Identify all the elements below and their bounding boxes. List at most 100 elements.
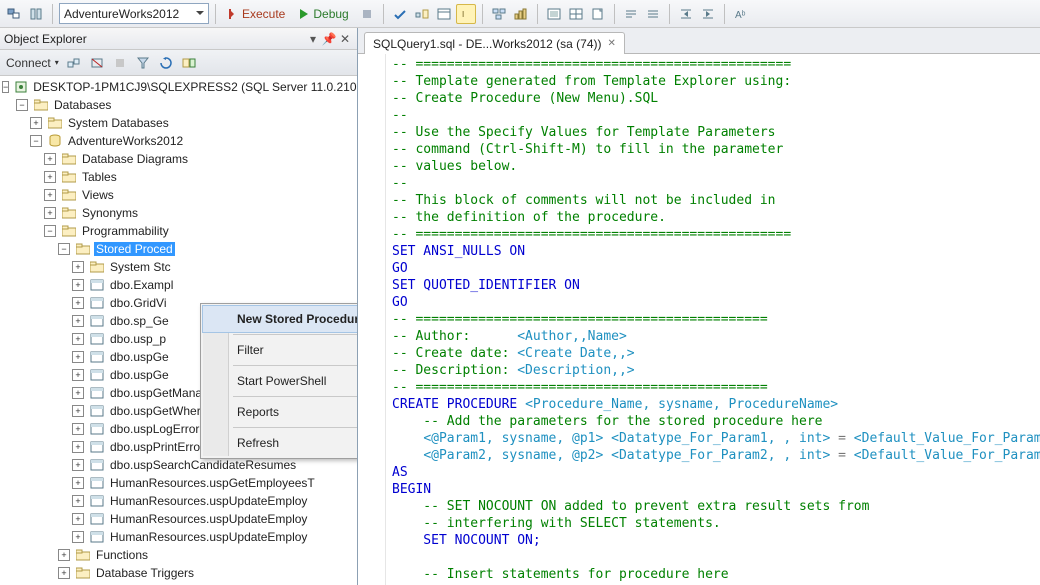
stored-procedure-item[interactable]: + HumanResources.uspGetEmployeesT	[2, 474, 357, 492]
dropdown-icon[interactable]: ▾	[305, 32, 321, 46]
editor-tab[interactable]: SQLQuery1.sql - DE...Works2012 (sa (74))…	[364, 32, 625, 54]
sysdb-node[interactable]: +System Databases	[2, 114, 357, 132]
refresh-icon[interactable]	[156, 53, 176, 73]
ctx-reports[interactable]: Reports▶	[203, 399, 357, 425]
db-node[interactable]: −AdventureWorks2012	[2, 132, 357, 150]
stop-icon[interactable]	[357, 4, 377, 24]
server-icon	[14, 80, 28, 94]
stored-procedure-item[interactable]: +HumanResources.uspUpdateEmploy	[2, 492, 357, 510]
expand-icon[interactable]: +	[72, 261, 84, 273]
stored-procedures-node[interactable]: −Stored Proced	[2, 240, 357, 258]
programmability-node[interactable]: −Programmability	[2, 222, 357, 240]
stored-procedure-icon	[89, 350, 105, 364]
sp-label: HumanResources.uspGetEmployeesT	[108, 476, 317, 490]
collapse-icon[interactable]: −	[30, 135, 42, 147]
sys-sp-node[interactable]: +System Stc	[2, 258, 357, 276]
folder-icon	[89, 260, 105, 274]
database-icon	[47, 134, 63, 148]
expand-icon[interactable]: +	[72, 423, 84, 435]
change-type-icon[interactable]	[4, 4, 24, 24]
expand-icon[interactable]: +	[72, 441, 84, 453]
expand-icon[interactable]: +	[58, 567, 70, 579]
sp-label: dbo.uspSearchCandidateResumes	[108, 458, 298, 472]
synonyms-node[interactable]: +Synonyms	[2, 204, 357, 222]
server-node[interactable]: −DESKTOP-1PM1CJ9\SQLEXPRESS2 (SQL Server…	[2, 78, 357, 96]
object-tree[interactable]: −DESKTOP-1PM1CJ9\SQLEXPRESS2 (SQL Server…	[0, 76, 357, 585]
stored-procedure-item[interactable]: +HumanResources.uspUpdateEmploy	[2, 528, 357, 546]
views-node[interactable]: +Views	[2, 186, 357, 204]
disconnect-icon[interactable]	[87, 53, 107, 73]
expand-icon[interactable]: +	[44, 189, 56, 201]
sp-label: dbo.GridVi	[108, 296, 168, 310]
stored-procedure-icon	[89, 422, 105, 436]
results-grid-icon[interactable]	[566, 4, 586, 24]
close-tab-icon[interactable]: ✕	[608, 38, 616, 49]
ctx-filter[interactable]: Filter▶	[203, 337, 357, 363]
ctx-new-stored-procedure[interactable]: New Stored Procedure...	[203, 306, 357, 332]
estimated-plan-icon[interactable]	[412, 4, 432, 24]
uncomment-icon[interactable]	[643, 4, 663, 24]
stored-procedure-item[interactable]: +dbo.Exampl	[2, 276, 357, 294]
ctx-start-powershell[interactable]: Start PowerShell	[203, 368, 357, 394]
expand-icon[interactable]: +	[72, 495, 84, 507]
expand-icon[interactable]: +	[72, 459, 84, 471]
dbtriggers-node[interactable]: +Database Triggers	[2, 564, 357, 582]
expand-icon[interactable]: +	[44, 153, 56, 165]
databases-node[interactable]: −Databases	[2, 96, 357, 114]
expand-icon[interactable]: +	[30, 117, 42, 129]
connect-toolbar: Connect▾	[0, 50, 357, 76]
collapse-icon[interactable]: −	[58, 243, 70, 255]
pin-icon[interactable]: 📌	[321, 32, 337, 46]
expand-icon[interactable]: +	[72, 351, 84, 363]
registered-servers-icon[interactable]	[26, 4, 46, 24]
results-text-icon[interactable]	[544, 4, 564, 24]
sp-label: dbo.uspLogError	[108, 422, 201, 436]
svg-text:I: I	[462, 10, 464, 19]
execute-button[interactable]: Execute	[222, 3, 291, 25]
expand-icon[interactable]: +	[72, 513, 84, 525]
intellisense-icon[interactable]: I	[456, 4, 476, 24]
collapse-icon[interactable]: −	[2, 81, 9, 93]
expand-icon[interactable]: +	[72, 369, 84, 381]
expand-icon[interactable]: +	[44, 171, 56, 183]
collapse-icon[interactable]: −	[44, 225, 56, 237]
expand-icon[interactable]: +	[72, 279, 84, 291]
expand-icon[interactable]: +	[58, 549, 70, 561]
expand-icon[interactable]: +	[72, 531, 84, 543]
expand-icon[interactable]: +	[72, 387, 84, 399]
diagrams-node[interactable]: +Database Diagrams	[2, 150, 357, 168]
comment-icon[interactable]	[621, 4, 641, 24]
expand-icon[interactable]: +	[72, 315, 84, 327]
stop-icon-2[interactable]	[110, 53, 130, 73]
include-stats-icon[interactable]	[511, 4, 531, 24]
sql-editor[interactable]: -- =====================================…	[386, 54, 1040, 585]
include-plan-icon[interactable]	[489, 4, 509, 24]
sp-label: dbo.sp_Ge	[108, 314, 171, 328]
query-options-icon[interactable]	[434, 4, 454, 24]
filter-icon[interactable]	[133, 53, 153, 73]
expand-icon[interactable]: +	[72, 333, 84, 345]
collapse-icon[interactable]: −	[16, 99, 28, 111]
parse-icon[interactable]	[390, 4, 410, 24]
stored-procedure-item[interactable]: +HumanResources.uspUpdateEmploy	[2, 510, 357, 528]
specify-values-icon[interactable]: Aᵇ	[731, 4, 751, 24]
results-file-icon[interactable]	[588, 4, 608, 24]
main-toolbar: AdventureWorks2012 Execute Debug I Aᵇ	[0, 0, 1040, 28]
expand-icon[interactable]: +	[72, 477, 84, 489]
tables-node[interactable]: +Tables	[2, 168, 357, 186]
expand-icon[interactable]: +	[72, 297, 84, 309]
expand-icon[interactable]: +	[72, 405, 84, 417]
close-panel-icon[interactable]: ✕	[337, 32, 353, 46]
outdent-icon[interactable]	[676, 4, 696, 24]
connect-button[interactable]: Connect▾	[4, 56, 61, 70]
code-area[interactable]: -- =====================================…	[358, 54, 1040, 585]
sync-icon[interactable]	[179, 53, 199, 73]
stored-procedure-icon	[89, 512, 105, 526]
ctx-refresh[interactable]: Refresh	[203, 430, 357, 456]
expand-icon[interactable]: +	[44, 207, 56, 219]
debug-button[interactable]: Debug	[293, 3, 354, 25]
database-dropdown[interactable]: AdventureWorks2012	[59, 3, 209, 24]
connect-icon[interactable]	[64, 53, 84, 73]
indent-icon[interactable]	[698, 4, 718, 24]
functions-node[interactable]: +Functions	[2, 546, 357, 564]
